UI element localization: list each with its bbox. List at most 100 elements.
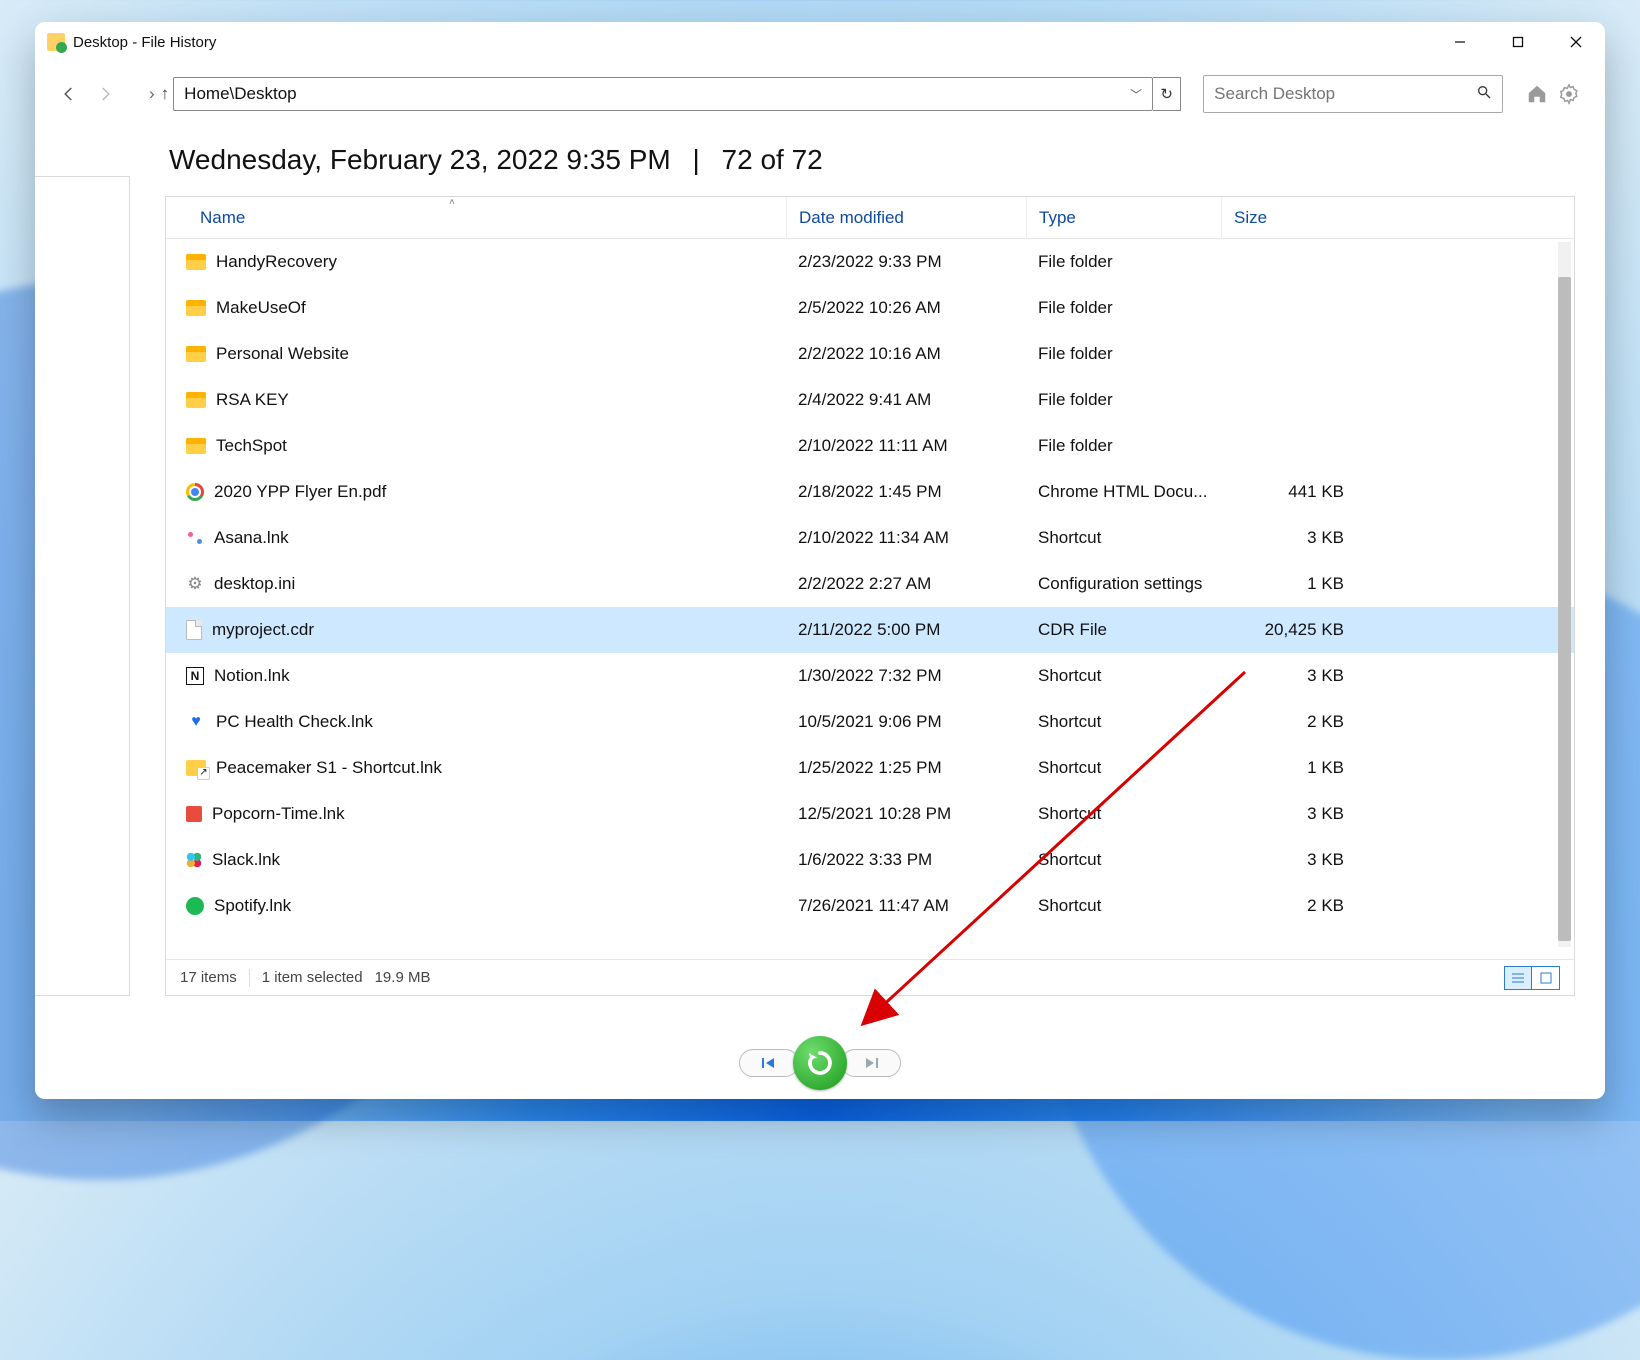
minimize-button[interactable] <box>1431 22 1489 62</box>
file-history-icon <box>47 33 65 51</box>
file-type: Shortcut <box>1026 758 1221 778</box>
popcorn-icon <box>186 806 202 822</box>
settings-file-icon: ⚙ <box>186 575 204 593</box>
file-size: 3 KB <box>1221 528 1356 548</box>
file-row[interactable]: Peacemaker S1 - Shortcut.lnk1/25/2022 1:… <box>166 745 1574 791</box>
address-bar[interactable]: Home\Desktop ﹀ <box>173 77 1153 111</box>
file-size: 20,425 KB <box>1221 620 1356 640</box>
file-row[interactable]: TechSpot2/10/2022 11:11 AMFile folder <box>166 423 1574 469</box>
file-row[interactable]: ♥PC Health Check.lnk10/5/2021 9:06 PMSho… <box>166 699 1574 745</box>
status-bar: 17 items 1 item selected 19.9 MB <box>166 959 1574 995</box>
file-date: 1/25/2022 1:25 PM <box>786 758 1026 778</box>
file-size: 3 KB <box>1221 666 1356 686</box>
folder-icon <box>186 346 206 362</box>
sort-indicator-icon: ˄ <box>449 197 455 208</box>
file-name: 2020 YPP Flyer En.pdf <box>214 482 386 502</box>
up-button[interactable]: ↑ <box>157 84 174 104</box>
next-version-button[interactable] <box>841 1049 901 1077</box>
status-selected: 1 item selected <box>262 969 363 986</box>
icons-view-button[interactable] <box>1532 966 1560 990</box>
file-date: 2/23/2022 9:33 PM <box>786 252 1026 272</box>
chevron-down-icon[interactable]: ﹀ <box>1130 86 1142 103</box>
file-type: File folder <box>1026 390 1221 410</box>
search-input[interactable] <box>1214 84 1476 104</box>
file-date: 2/5/2022 10:26 AM <box>786 298 1026 318</box>
status-size: 19.9 MB <box>375 969 431 986</box>
folder-shortcut-icon <box>186 760 206 776</box>
file-type: CDR File <box>1026 620 1221 640</box>
prev-version-button[interactable] <box>739 1049 799 1077</box>
file-row[interactable]: Popcorn-Time.lnk12/5/2021 10:28 PMShortc… <box>166 791 1574 837</box>
close-button[interactable] <box>1547 22 1605 62</box>
status-count: 17 items <box>180 969 237 986</box>
toolbar: › ↑ Home\Desktop ﹀ ↻ <box>35 62 1605 126</box>
file-type: Shortcut <box>1026 896 1221 916</box>
file-name: HandyRecovery <box>216 252 337 272</box>
file-name: TechSpot <box>216 436 287 456</box>
rows-container: HandyRecovery 2/23/2022 9:33 PM File folde… <box>166 239 1574 929</box>
file-date: 1/6/2022 3:33 PM <box>786 850 1026 870</box>
file-date: 2/2/2022 2:27 AM <box>786 574 1026 594</box>
file-type: File folder <box>1026 344 1221 364</box>
file-name: Notion.lnk <box>214 666 290 686</box>
file-name: myproject.cdr <box>212 620 314 640</box>
file-row[interactable]: MakeUseOf2/5/2022 10:26 AMFile folder <box>166 285 1574 331</box>
folder-icon <box>186 300 206 316</box>
file-date: 10/5/2021 9:06 PM <box>786 712 1026 732</box>
file-date: 1/30/2022 7:32 PM <box>786 666 1026 686</box>
path-area: › ↑ Home\Desktop ﹀ ↻ <box>147 77 1181 111</box>
forward-button[interactable] <box>91 80 119 108</box>
file-name: RSA KEY <box>216 390 289 410</box>
scrollbar-thumb[interactable] <box>1558 277 1571 941</box>
home-icon[interactable] <box>1525 82 1549 106</box>
scrollbar[interactable] <box>1558 242 1571 947</box>
column-size[interactable]: Size <box>1221 197 1356 238</box>
column-type[interactable]: Type <box>1026 197 1221 238</box>
file-row[interactable]: myproject.cdr2/11/2022 5:00 PMCDR File20… <box>166 607 1574 653</box>
file-date: 2/2/2022 10:16 AM <box>786 344 1026 364</box>
refresh-button[interactable]: ↻ <box>1153 77 1181 111</box>
left-panel <box>35 176 130 996</box>
file-row[interactable]: 2020 YPP Flyer En.pdf2/18/2022 1:45 PMCh… <box>166 469 1574 515</box>
titlebar: Desktop - File History <box>35 22 1605 62</box>
file-row[interactable]: Slack.lnk1/6/2022 3:33 PMShortcut3 KB <box>166 837 1574 883</box>
file-type: Chrome HTML Docu... <box>1026 482 1221 502</box>
maximize-button[interactable] <box>1489 22 1547 62</box>
file-row[interactable]: NNotion.lnk1/30/2022 7:32 PMShortcut3 KB <box>166 653 1574 699</box>
file-row[interactable]: Personal Website2/2/2022 10:16 AMFile fo… <box>166 331 1574 377</box>
window-title: Desktop - File History <box>73 34 216 51</box>
file-row[interactable]: ⚙desktop.ini2/2/2022 2:27 AMConfiguratio… <box>166 561 1574 607</box>
details-view-button[interactable] <box>1504 966 1532 990</box>
file-name: Spotify.lnk <box>214 896 291 916</box>
file-type: Shortcut <box>1026 528 1221 548</box>
file-size: 441 KB <box>1221 482 1356 502</box>
restore-button[interactable] <box>793 1036 847 1090</box>
file-date: 2/10/2022 11:11 AM <box>786 436 1026 456</box>
bottom-controls <box>35 1027 1605 1099</box>
health-icon: ♥ <box>186 712 206 732</box>
gear-icon[interactable] <box>1557 82 1581 106</box>
body: Wednesday, February 23, 2022 9:35 PM | 7… <box>35 126 1605 1027</box>
back-button[interactable] <box>55 80 83 108</box>
divider <box>249 969 250 987</box>
column-headers: ˄ Name Date modified Type Size <box>166 197 1574 239</box>
main: Wednesday, February 23, 2022 9:35 PM | 7… <box>165 126 1605 1027</box>
file-size: 1 KB <box>1221 574 1356 594</box>
file-row[interactable]: Spotify.lnk7/26/2021 11:47 AMShortcut2 K… <box>166 883 1574 929</box>
file-type: Shortcut <box>1026 850 1221 870</box>
folder-icon <box>186 254 206 270</box>
file-row[interactable]: RSA KEY2/4/2022 9:41 AMFile folder <box>166 377 1574 423</box>
file-size: 2 KB <box>1221 712 1356 732</box>
file-row[interactable]: Asana.lnk2/10/2022 11:34 AMShortcut3 KB <box>166 515 1574 561</box>
search-icon[interactable] <box>1476 84 1492 105</box>
spotify-icon <box>186 897 204 915</box>
file-row[interactable]: HandyRecovery2/23/2022 9:33 PMFile folde… <box>166 239 1574 285</box>
file-icon <box>186 620 202 640</box>
search-box[interactable] <box>1203 75 1503 113</box>
file-date: 2/10/2022 11:34 AM <box>786 528 1026 548</box>
chrome-icon <box>186 483 204 501</box>
file-type: Configuration settings <box>1026 574 1221 594</box>
asana-icon <box>186 529 204 547</box>
column-date[interactable]: Date modified <box>786 197 1026 238</box>
column-name[interactable]: Name <box>166 208 786 228</box>
